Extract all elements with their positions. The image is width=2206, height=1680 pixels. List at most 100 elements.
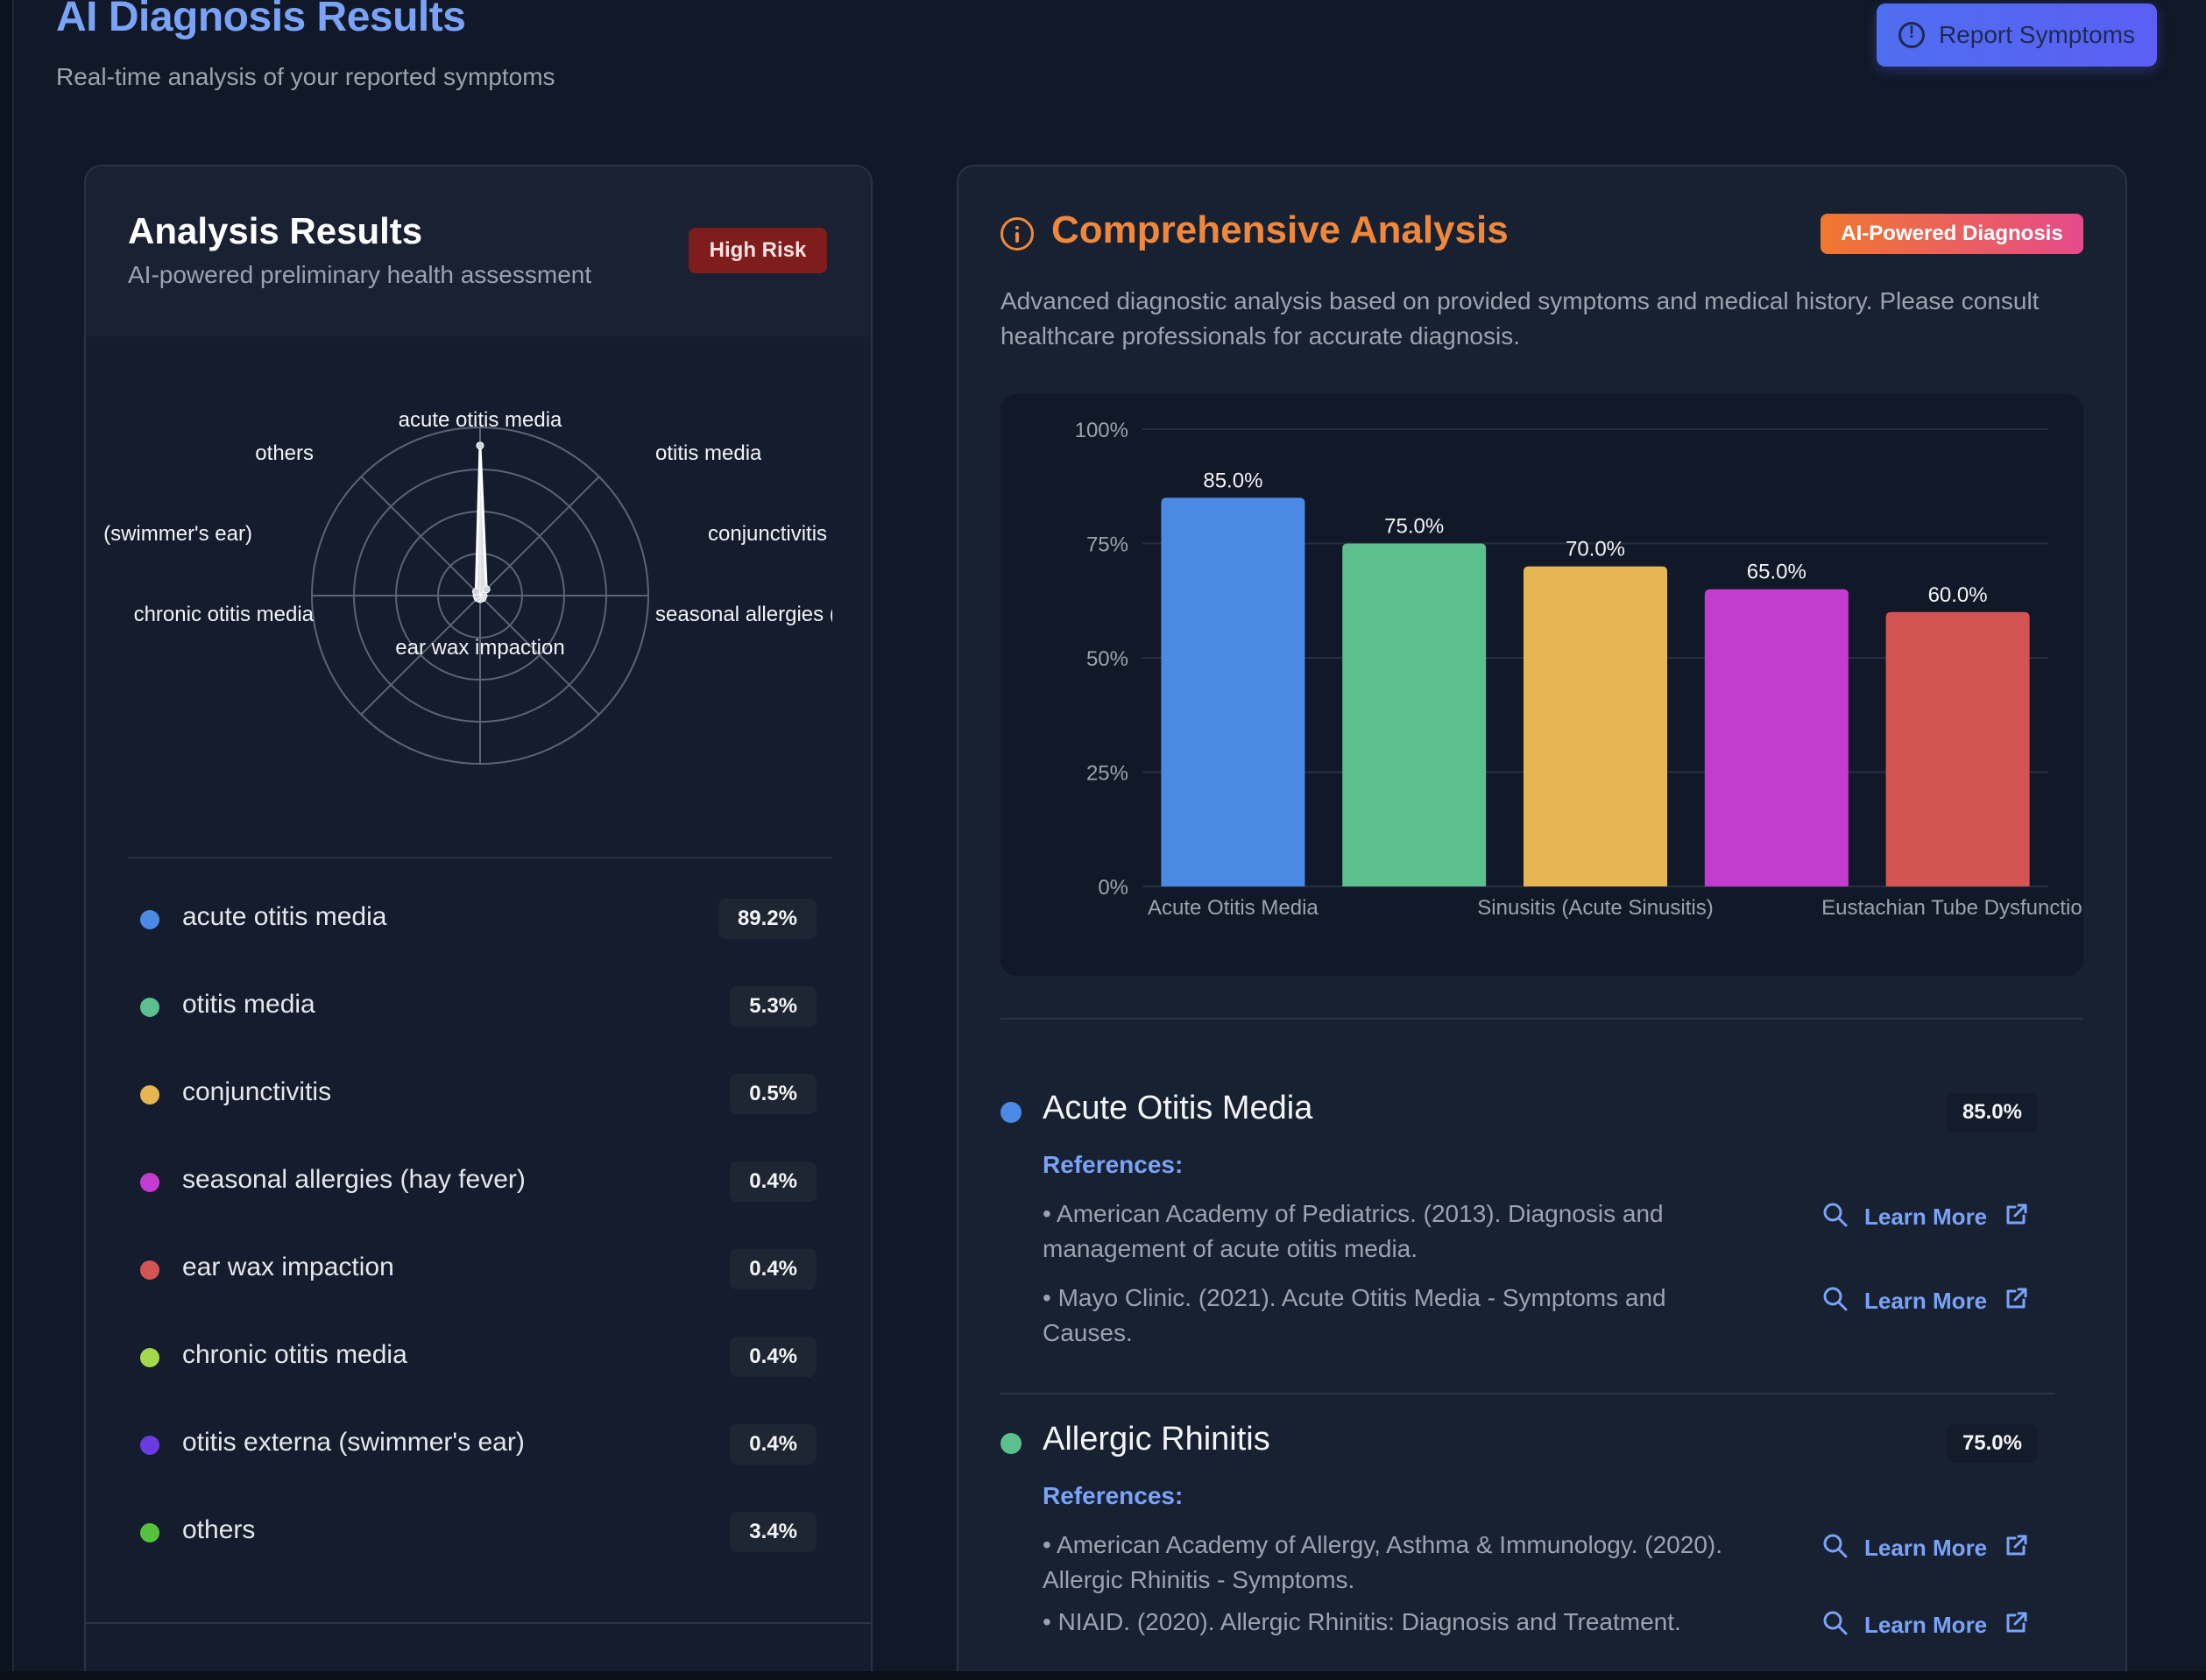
legend-dot	[140, 1260, 159, 1280]
bar-data-label: 70.0%	[1566, 538, 1625, 561]
learn-more-link[interactable]: Learn More	[1822, 1533, 2029, 1564]
y-tick-label: 75%	[1086, 533, 1128, 557]
legend-dot	[140, 910, 159, 929]
bar	[1885, 611, 2030, 886]
search-icon	[1822, 1533, 1849, 1564]
ai-powered-badge: AI-Powered Diagnosis	[1821, 214, 2083, 254]
y-tick-label: 25%	[1086, 762, 1128, 786]
page-title: AI Diagnosis Results	[56, 0, 466, 40]
learn-more-label: Learn More	[1864, 1204, 1988, 1230]
external-link-icon	[2003, 1286, 2029, 1316]
condition-label: conjunctivitis	[182, 1077, 332, 1106]
legend-dot	[140, 998, 159, 1017]
bar-data-label: 65.0%	[1747, 561, 1807, 584]
radar-spoke	[479, 476, 600, 596]
window-bottom-edge	[0, 1671, 2206, 1680]
radar-point	[471, 587, 480, 596]
condition-section: Allergic Rhinitis 75.0% References: • Ameri…	[1000, 1421, 2055, 1680]
comprehensive-title: Comprehensive Analysis	[1051, 208, 1509, 251]
condition-label: ear wax impaction	[182, 1253, 394, 1281]
references-heading: References:	[1043, 1151, 1184, 1178]
y-tick-label: 0%	[1098, 876, 1128, 900]
condition-name: Acute Otitis Media	[1043, 1090, 1313, 1126]
list-item: acute otitis media 89.2%	[128, 892, 832, 944]
condition-label: acute otitis media	[182, 902, 387, 931]
radar-axis-label: conjunctivitis	[708, 522, 828, 546]
confidence-badge: 75.0%	[1946, 1424, 2038, 1463]
reference-text: • NIAID. (2020). Allergic Rhinitis: Diag…	[1043, 1608, 1681, 1635]
bar	[1524, 566, 1667, 886]
reference-text: • American Academy of Pediatrics. (2013)…	[1043, 1200, 1664, 1262]
probability-badge: 0.4%	[730, 1424, 817, 1465]
condition-name: Allergic Rhinitis	[1043, 1421, 1270, 1458]
list-item: seasonal allergies (hay fever) 0.4%	[128, 1154, 832, 1207]
condition-section: Acute Otitis Media 85.0% References: • Amer…	[1000, 1090, 2055, 1387]
bar	[1342, 543, 1487, 886]
list-item: ear wax impaction 0.4%	[128, 1242, 832, 1295]
list-item: chronic otitis media 0.4%	[128, 1330, 832, 1382]
window-edge	[0, 0, 14, 1680]
comprehensive-analysis-card: Comprehensive Analysis AI-Powered Diagno…	[957, 165, 2127, 1680]
probability-badge: 0.4%	[730, 1161, 817, 1202]
search-icon	[1822, 1286, 1849, 1316]
analysis-results-card: Analysis Results AI-powered preliminary …	[84, 165, 873, 1680]
legend-dot	[140, 1173, 159, 1192]
radar-axis-label: (swimmer's ear)	[103, 522, 252, 546]
bar	[1161, 498, 1305, 886]
analysis-card-header: Analysis Results AI-powered preliminary …	[86, 166, 871, 336]
card-footer-divider	[86, 1622, 871, 1624]
condition-dot	[1000, 1102, 1022, 1123]
comprehensive-description: Advanced diagnostic analysis based on pr…	[1000, 287, 2040, 349]
y-tick-label: 50%	[1086, 647, 1128, 671]
condition-label: otitis media	[182, 990, 315, 1019]
report-symptoms-label: Report Symptoms	[1938, 21, 2136, 48]
radar-point	[476, 441, 484, 450]
divider	[128, 857, 832, 858]
radar-spoke	[360, 476, 481, 596]
legend-dot	[140, 1436, 159, 1455]
page-subtitle: Real-time analysis of your reported symp…	[56, 63, 555, 90]
bar-data-label: 60.0%	[1928, 583, 1988, 607]
divider	[1000, 1018, 2083, 1020]
external-link-icon	[2003, 1533, 2029, 1564]
learn-more-link[interactable]: Learn More	[1822, 1286, 2029, 1316]
legend-dot	[140, 1348, 159, 1367]
references-heading: References:	[1043, 1482, 1184, 1509]
radar-axis-label: chronic otitis media	[133, 603, 314, 626]
condition-label: others	[182, 1515, 256, 1544]
report-symptoms-button[interactable]: Report Symptoms	[1877, 4, 2157, 67]
reference-text: • American Academy of Allergy, Asthma & …	[1043, 1531, 1723, 1593]
bar-data-label: 75.0%	[1384, 515, 1444, 539]
confidence-badge: 85.0%	[1946, 1093, 2038, 1132]
learn-more-link[interactable]: Learn More	[1822, 1610, 2029, 1641]
reference-text: • Mayo Clinic. (2021). Acute Otitis Medi…	[1043, 1284, 1666, 1346]
condition-label: otitis externa (swimmer's ear)	[182, 1428, 525, 1457]
probability-badge: 3.4%	[730, 1512, 817, 1552]
legend-dot	[140, 1085, 159, 1105]
condition-label: seasonal allergies (hay fever)	[182, 1165, 526, 1194]
list-item: otitis externa (swimmer's ear) 0.4%	[128, 1417, 832, 1470]
probability-badge: 5.3%	[730, 986, 817, 1027]
bar-data-label: 85.0%	[1203, 469, 1262, 492]
probability-badge: 0.4%	[730, 1337, 817, 1377]
learn-more-link[interactable]: Learn More	[1822, 1202, 2029, 1232]
radar-axis-label: otitis media	[655, 441, 762, 465]
external-link-icon	[2003, 1610, 2029, 1641]
legend-dot	[140, 1523, 159, 1542]
alert-circle-icon	[1898, 22, 1925, 48]
search-icon	[1822, 1610, 1849, 1641]
learn-more-label: Learn More	[1864, 1288, 1988, 1314]
radar-axis-label: acute otitis media	[398, 408, 562, 432]
info-icon	[1000, 217, 1034, 251]
analysis-subtitle: AI-powered preliminary health assessment	[128, 261, 592, 288]
bar	[1704, 589, 1849, 886]
bar-chart-panel: 0% 25% 50% 75% 100% 85.0% Acute Otitis Media 75…	[1000, 394, 2094, 976]
list-item: conjunctivitis 0.5%	[128, 1067, 832, 1119]
x-tick-label: Acute Otitis Media	[1148, 896, 1319, 920]
x-tick-label: Eustachian Tube Dysfunction	[1821, 896, 2083, 920]
risk-badge: High Risk	[689, 228, 827, 273]
probability-badge: 0.4%	[730, 1249, 817, 1289]
probability-badge: 0.5%	[730, 1074, 817, 1114]
condition-dot	[1000, 1433, 1022, 1454]
learn-more-label: Learn More	[1864, 1612, 1988, 1638]
